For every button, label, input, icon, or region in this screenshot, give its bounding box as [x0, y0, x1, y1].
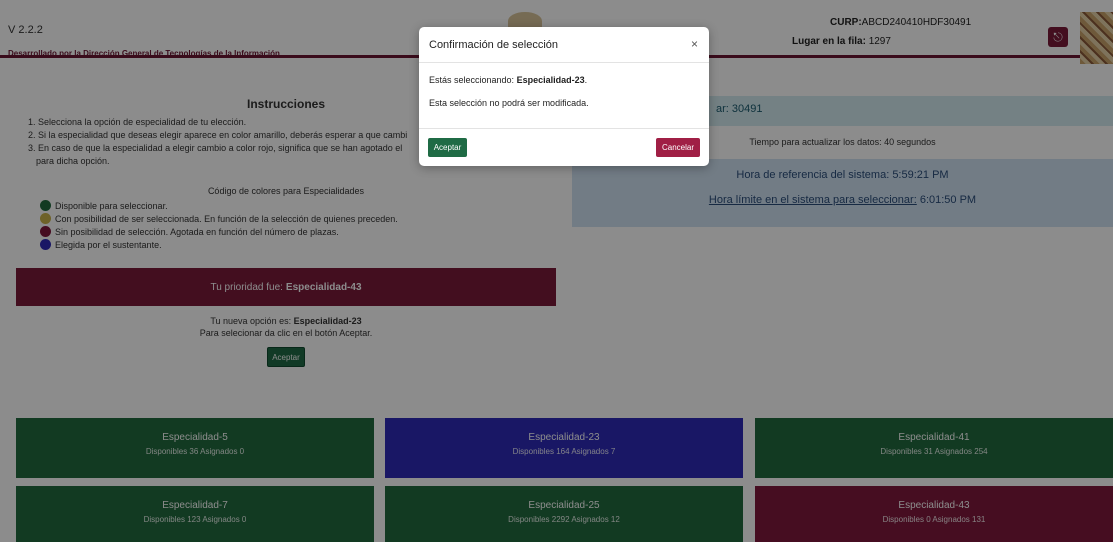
modal-warning-text: Esta selección no podrá ser modificada.: [429, 98, 589, 108]
modal-divider: [419, 62, 709, 63]
modal-selection-text: Estás seleccionando: Especialidad-23.: [429, 75, 588, 85]
close-icon[interactable]: ×: [691, 37, 698, 51]
confirmation-modal: Confirmación de selección × Estás selecc…: [419, 27, 709, 166]
page: V 2.2.2 Desarrollado por la Dirección Ge…: [0, 0, 1113, 542]
modal-title: Confirmación de selección: [429, 39, 559, 51]
modal-cancel-button[interactable]: Cancelar: [656, 138, 700, 157]
modal-accept-button[interactable]: Aceptar: [428, 138, 467, 157]
modal-divider: [419, 128, 709, 129]
modal-selection-value: Especialidad-23: [516, 75, 585, 85]
